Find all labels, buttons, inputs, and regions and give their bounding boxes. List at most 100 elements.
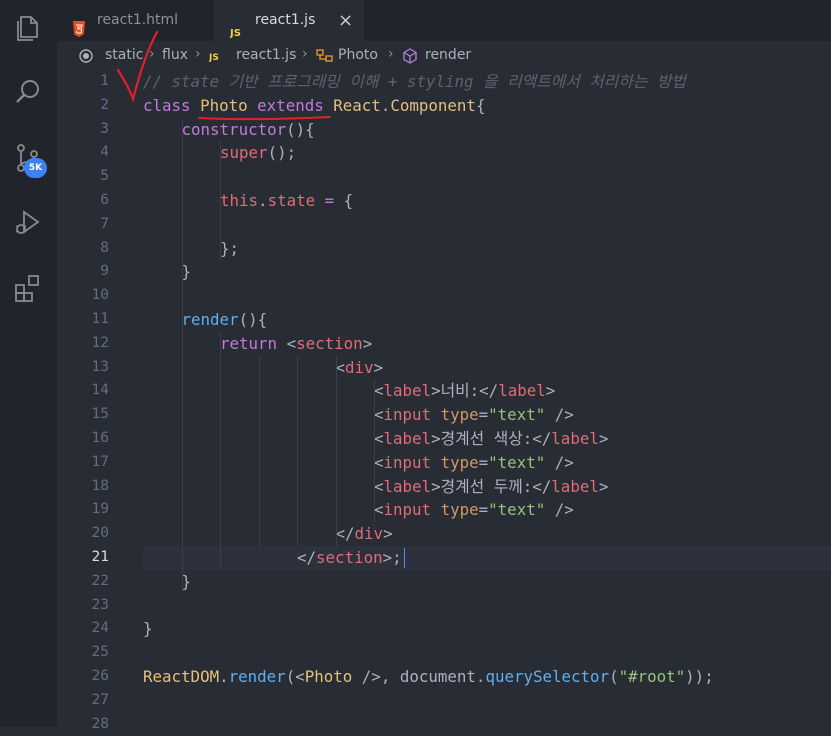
code-line[interactable]: 25 [57,641,831,665]
close-icon[interactable]: × [338,0,353,41]
tab-react1-html[interactable]: react1.html [57,0,212,41]
code-line[interactable]: 26 ReactDOM.render(<Photo />, document.qu… [57,665,831,689]
code-token: = [478,405,489,425]
code-line[interactable]: 8}; [57,237,831,261]
code-line[interactable]: 2 class Photo extends React.Component{ [57,94,831,118]
text-cursor [404,548,405,568]
code-line[interactable]: 20 </div> [57,522,831,546]
activity-bar: 5K [0,0,57,727]
code-line[interactable]: 4 super(); [57,141,831,165]
code-token: = [478,500,489,520]
chevron-right-icon: › [195,46,201,62]
line-number: 16 [91,430,109,446]
line-number: 20 [91,525,109,542]
chevron-right-icon: › [388,46,394,62]
code-token: < [374,452,384,472]
code-line[interactable]: 11 render(){ [57,308,831,332]
code-token: React [333,95,381,115]
code-token: > [362,333,373,353]
code-line[interactable]: 27 [57,689,831,713]
code-token: label [551,476,599,496]
code-text: super(); [220,141,296,165]
tab-react1-js[interactable]: JS react1.js × [214,0,364,41]
code-token: Component [390,95,476,115]
code-text: // state 기반 프로그래밍 이해 + styling 을 리액트에서 처… [143,70,686,94]
code-token: render [181,310,239,329]
breadcrumb-item-class[interactable]: Photo [338,47,378,63]
code-token: input [383,405,432,425]
code-line[interactable]: 9} [57,260,831,284]
code-token: (){ [238,310,268,329]
line-number: 28 [91,715,109,732]
code-line[interactable]: 28 [57,713,831,736]
breadcrumb-item-flux[interactable]: flux [162,47,188,63]
breadcrumb: static › flux › JS react1.js › Photo › r… [57,41,831,71]
code-token: "text" [488,405,546,425]
code-editor[interactable]: 1 // state 기반 프로그래밍 이해 + styling 을 리액트에서 … [57,70,831,732]
code-token: label [383,476,432,496]
code-text: constructor(){ [182,118,315,142]
line-number: 18 [91,477,109,494]
code-line[interactable]: 16 <label>경계선 색상:</label> [57,427,831,451]
code-text: ReactDOM.render(<Photo />, document.quer… [143,665,714,689]
code-token: querySelector [485,667,610,686]
indent-guide [374,379,375,523]
code-token: = [324,191,335,210]
line-number: 10 [91,287,109,304]
tab-label: react1.html [97,12,179,28]
code-token: class [143,95,191,115]
line-number: 14 [91,382,109,399]
code-line[interactable]: 18 <label>경계선 두께:</label> [57,475,831,499]
code-token: this [220,191,259,210]
code-line[interactable]: 23 [57,594,831,618]
code-token: "text" [488,500,546,520]
svg-text:JS: JS [230,28,241,38]
code-token: </ [335,524,355,544]
indent-guide [258,355,260,546]
code-token: section [316,548,383,567]
code-line[interactable]: 3 constructor(){ [57,118,831,142]
breadcrumb-item-method[interactable]: render [425,47,471,63]
code-line[interactable]: 14 <label>너비:</label> [57,379,831,403]
breadcrumb-item-static[interactable]: static [105,47,143,63]
scm-badge: 5K [24,158,47,178]
code-token: render [228,667,286,686]
code-line[interactable]: 15 <input type="text" /> [57,403,831,427]
code-line[interactable]: 21 </section>; [57,546,831,570]
code-line[interactable]: 5 [57,165,831,189]
line-number: 19 [91,501,109,518]
code-text: } [182,260,192,284]
line-number: 9 [100,263,109,280]
chevron-right-icon: › [302,46,308,62]
extensions-icon[interactable] [12,272,44,304]
code-line[interactable]: 22} [57,570,831,594]
code-line[interactable]: 12 return <section> [57,332,831,356]
code-line[interactable]: 1 // state 기반 프로그래밍 이해 + styling 을 리액트에서 … [57,70,831,94]
code-token: . [380,95,391,115]
code-line[interactable]: 10 [57,284,831,308]
line-number: 25 [91,644,109,661]
code-line[interactable]: 7 [57,213,831,237]
breadcrumb-item-file[interactable]: react1.js [236,47,296,63]
svg-text:JS: JS [209,53,219,62]
code-line[interactable]: 19 <input type="text" /> [57,498,831,522]
explorer-icon[interactable] [12,12,44,44]
code-token: { [334,191,354,210]
code-token: ReactDOM [143,667,220,686]
search-icon[interactable] [12,76,44,108]
code-line[interactable]: 13 <div> [57,356,831,380]
code-text: </div> [336,522,393,546]
line-number: 6 [100,192,109,208]
code-line[interactable]: 6 this.state = { [57,189,831,213]
code-line[interactable]: 24} [57,617,831,641]
code-token: (< [285,667,305,686]
code-token: ( [609,667,619,686]
code-token: (){ [286,119,315,139]
code-line[interactable]: 17 <input type="text" /> [57,451,831,475]
run-debug-icon[interactable] [12,206,44,238]
line-number: 21 [91,549,109,565]
code-token: } [181,571,192,591]
